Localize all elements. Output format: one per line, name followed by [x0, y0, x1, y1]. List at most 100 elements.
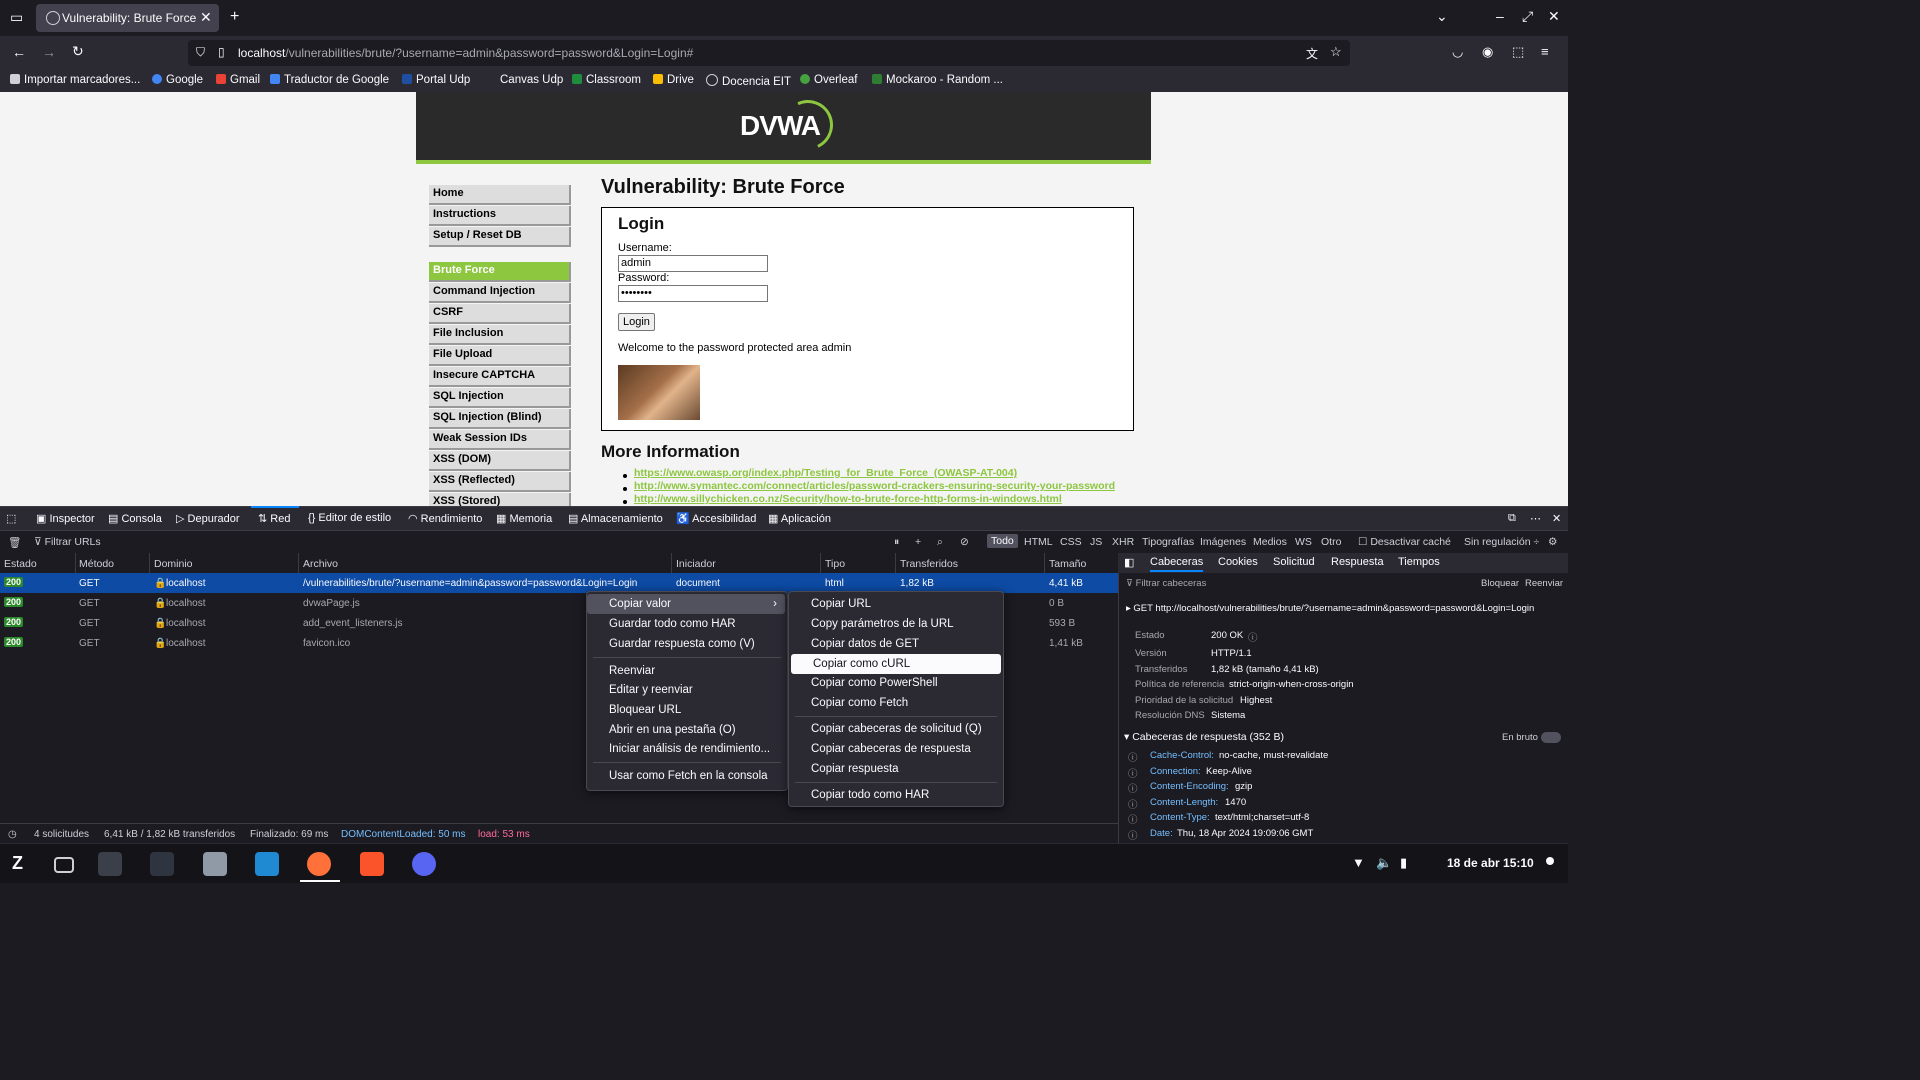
extensions-icon[interactable]: ⬚ [1512, 44, 1524, 60]
tab-network[interactable]: ⇅ Red [258, 512, 290, 525]
filter-js[interactable]: JS [1090, 536, 1102, 548]
tab-storage[interactable]: ▤ Almacenamiento [568, 512, 663, 525]
brave-icon[interactable] [360, 852, 384, 876]
url-bar[interactable]: ⛉ ▯ localhost/vulnerabilities/brute/?use… [188, 40, 1350, 66]
tab-performance[interactable]: ◠ Rendimiento [408, 512, 482, 525]
add-icon[interactable]: + [915, 536, 921, 548]
close-window-icon[interactable]: ✕ [1548, 8, 1560, 25]
throttle-select[interactable]: Sin regulación ÷ [1464, 536, 1539, 548]
col-method[interactable]: Método [79, 558, 114, 570]
filter-all[interactable]: Todo [987, 534, 1018, 548]
tab-response[interactable]: Respuesta [1331, 556, 1384, 568]
vscode-icon[interactable] [255, 852, 279, 876]
volume-icon[interactable]: 🔈 [1376, 855, 1392, 871]
translate-icon[interactable]: 文 [1306, 45, 1318, 62]
bookmark-drive[interactable]: Drive [653, 74, 694, 86]
menu-sql-injection[interactable]: SQL Injection [429, 388, 571, 408]
bookmark-google[interactable]: Google [152, 74, 203, 86]
menu-file-inclusion[interactable]: File Inclusion [429, 325, 571, 345]
discord-icon[interactable] [412, 852, 436, 876]
tab-debugger[interactable]: ▷ Depurador [176, 512, 240, 525]
link-sillychicken[interactable]: http://www.sillychicken.co.nz/Security/h… [634, 493, 1062, 505]
menu-sql-injection-blind[interactable]: SQL Injection (Blind) [429, 409, 571, 429]
menu-copy-curl[interactable]: Copiar como cURL [791, 654, 1001, 674]
dock-icon[interactable]: ⧉ [1508, 512, 1516, 525]
notification-dot-icon[interactable] [1546, 857, 1554, 865]
bookmark-overleaf[interactable]: Overleaf [800, 74, 857, 86]
battery-icon[interactable]: ▮ [1400, 855, 1407, 871]
block-icon[interactable]: ⊘ [960, 536, 969, 548]
request-line[interactable]: ▸ GET http://localhost/vulnerabilities/b… [1126, 603, 1534, 614]
menu-copy-req-headers[interactable]: Copiar cabeceras de solicitud (Q) [789, 719, 1001, 739]
disable-cache-checkbox[interactable]: ☐ Desactivar caché [1358, 536, 1451, 548]
tab-close-icon[interactable]: ✕ [200, 9, 212, 26]
col-type[interactable]: Tipo [825, 558, 845, 570]
menu-insecure-captcha[interactable]: Insecure CAPTCHA [429, 367, 571, 387]
menu-edit-resend[interactable]: Editar y reenviar [587, 680, 785, 700]
menu-open-tab[interactable]: Abrir en una pestaña (O) [587, 720, 785, 740]
bookmark-mockaroo[interactable]: Mockaroo - Random ... [872, 74, 1003, 86]
filter-ws[interactable]: WS [1295, 536, 1312, 548]
menu-save-response[interactable]: Guardar respuesta como (V) [587, 634, 785, 654]
bookmark-gmail[interactable]: Gmail [216, 74, 260, 86]
tab-list-icon[interactable]: ▭ [10, 9, 23, 26]
bookmark-import[interactable]: Importar marcadores... [10, 74, 140, 86]
menu-copy-all-har[interactable]: Copiar todo como HAR [789, 785, 1001, 805]
bookmark-classroom[interactable]: Classroom [572, 74, 641, 86]
bookmark-canvas[interactable]: Canvas Udp [486, 74, 563, 86]
col-status[interactable]: Estado [4, 558, 37, 570]
forward-icon[interactable]: → [42, 44, 56, 60]
minimize-icon[interactable]: – [1496, 8, 1504, 24]
panel-toggle-icon[interactable]: ◧ [1124, 556, 1134, 569]
shield-icon[interactable]: ⛉ [196, 45, 205, 60]
col-file[interactable]: Archivo [303, 558, 338, 570]
filter-css[interactable]: CSS [1060, 536, 1082, 548]
menu-setup[interactable]: Setup / Reset DB [429, 227, 571, 247]
menu-xss-stored[interactable]: XSS (Stored) [429, 493, 571, 506]
tab-cookies[interactable]: Cookies [1218, 556, 1258, 568]
menu-copy-fetch[interactable]: Copiar como Fetch [789, 693, 1001, 713]
menu-copy-response[interactable]: Copiar respuesta [789, 759, 1001, 779]
menu-copy-url-params[interactable]: Copy parámetros de la URL [789, 614, 1001, 634]
more-options-icon[interactable]: ⋯ [1530, 512, 1541, 525]
tab-memory[interactable]: ▦ Memoria [496, 512, 552, 525]
reload-icon[interactable]: ↻ [72, 43, 84, 60]
help-icon[interactable]: ⓘ [1128, 781, 1138, 795]
menu-block-url[interactable]: Bloquear URL [587, 700, 785, 720]
link-symantec[interactable]: http://www.symantec.com/connect/articles… [634, 480, 1115, 492]
menu-copy-value[interactable]: Copiar valor › [587, 594, 785, 614]
col-transferred[interactable]: Transferidos [900, 558, 958, 570]
block-button[interactable]: Bloquear [1481, 578, 1519, 589]
chevron-down-icon[interactable]: ⌄ [1436, 8, 1448, 25]
password-input[interactable]: •••••••• [618, 285, 768, 302]
menu-save-har[interactable]: Guardar todo como HAR [587, 614, 785, 634]
tab-request[interactable]: Solicitud [1273, 556, 1315, 568]
tab-active[interactable]: Vulnerability: Brute Force ✕ [36, 4, 219, 32]
menu-start-perf[interactable]: Iniciar análisis de rendimiento... [587, 739, 785, 759]
firefox-icon[interactable] [307, 852, 331, 876]
login-button[interactable]: Login [618, 313, 655, 331]
menu-copy-resp-headers[interactable]: Copiar cabeceras de respuesta [789, 739, 1001, 759]
menu-xss-dom[interactable]: XSS (DOM) [429, 451, 571, 471]
filter-urls-input[interactable]: ⊽ Filtrar URLs [34, 536, 101, 548]
menu-csrf[interactable]: CSRF [429, 304, 571, 324]
screenshot-icon[interactable] [98, 852, 122, 876]
help-icon[interactable]: ⓘ [1128, 750, 1138, 764]
table-row[interactable]: 200 GET 🔒 localhost /vulnerabilities/bru… [0, 573, 1118, 593]
col-domain[interactable]: Dominio [154, 558, 193, 570]
resend-button[interactable]: Reenviar [1525, 578, 1563, 589]
workspaces-icon[interactable] [54, 857, 74, 873]
bookmark-translate[interactable]: Traductor de Google [270, 74, 389, 86]
tab-headers[interactable]: Cabeceras [1150, 556, 1204, 572]
menu-resend[interactable]: Reenviar [587, 661, 785, 681]
wifi-icon[interactable]: ▼ [1352, 855, 1365, 870]
menu-home[interactable]: Home [429, 185, 571, 205]
help-icon[interactable]: ⓘ [1128, 812, 1138, 826]
url-text[interactable]: localhost/vulnerabilities/brute/?usernam… [238, 46, 693, 60]
tab-console[interactable]: ▤ Consola [108, 512, 162, 525]
menu-instructions[interactable]: Instructions [429, 206, 571, 226]
settings-gear-icon[interactable]: ⚙ [1548, 536, 1557, 548]
clock[interactable]: 18 de abr 15:10 [1447, 856, 1534, 870]
search-icon[interactable]: ⌕ [937, 536, 943, 549]
new-tab-icon[interactable]: + [230, 8, 239, 26]
